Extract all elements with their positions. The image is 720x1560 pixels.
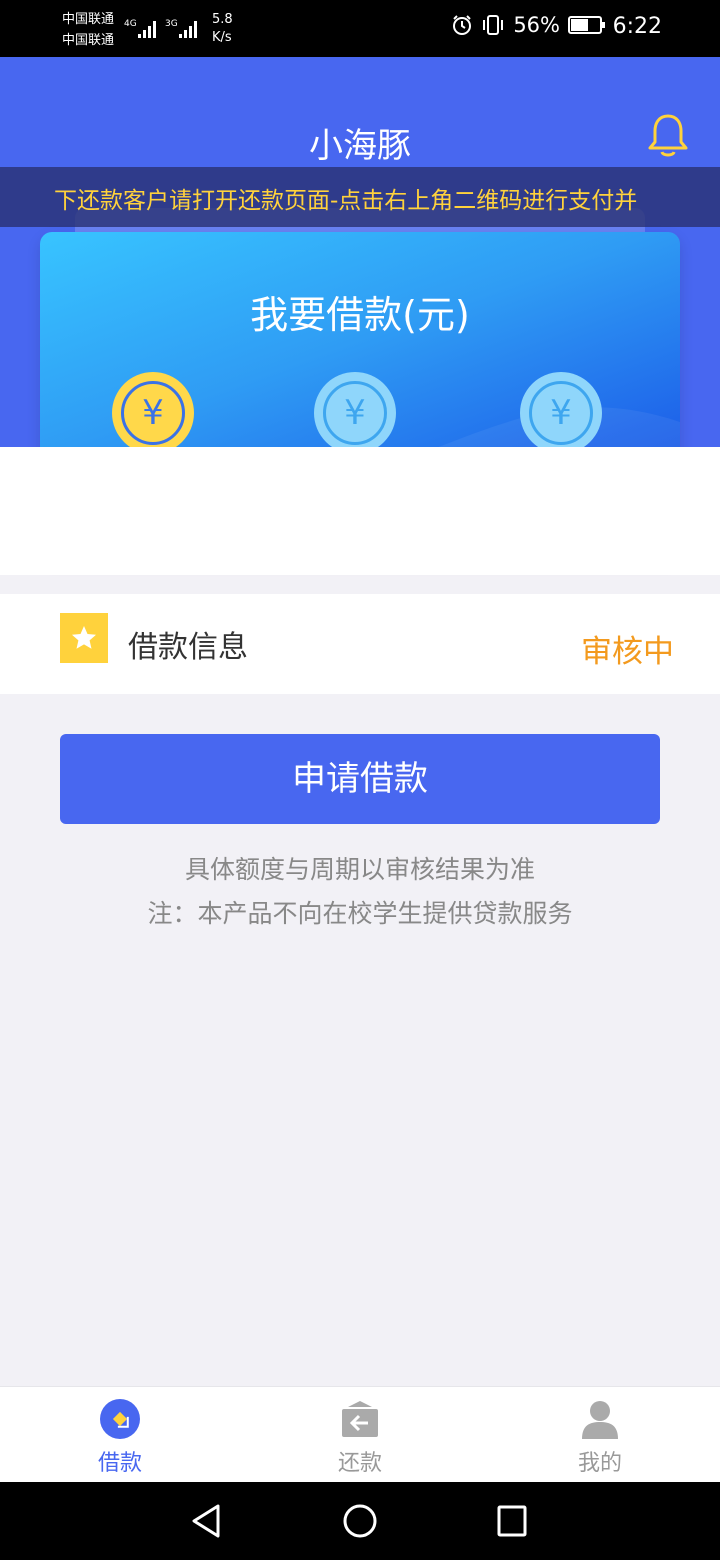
profile-icon — [582, 1401, 618, 1439]
coin-icon: ¥ — [520, 372, 602, 454]
app-title: 小海豚 — [309, 126, 411, 166]
loan-info-row[interactable]: 借款信息 审核中 — [0, 594, 720, 694]
coin-icon: ¥ — [314, 372, 396, 454]
marquee-text: 下还款客户请打开还款页面-点击右上角二维码进行支付并 — [54, 188, 638, 214]
status-bar: 中国联通 中国联通 4G 3G 5.8 K/s 56% 6:22 — [0, 0, 720, 57]
home-icon[interactable] — [342, 1502, 378, 1540]
clock: 6:22 — [612, 14, 662, 39]
carrier-2: 中国联通 — [62, 33, 115, 48]
status-icons: 56% — [451, 13, 605, 37]
tab-loan[interactable]: 借款 — [0, 1387, 240, 1483]
info-label: 借款信息 — [128, 630, 248, 665]
carrier-labels: 中国联通 中国联通 — [62, 9, 114, 51]
back-icon[interactable] — [190, 1502, 222, 1540]
carrier-1: 中国联通 — [62, 12, 115, 27]
signal-icon-2: 3G — [165, 19, 197, 38]
note-line-1: 具体额度与周期以审核结果为准 — [184, 855, 535, 884]
recents-icon[interactable] — [496, 1502, 528, 1540]
net-tag-2: 3G — [165, 19, 178, 29]
status-badge: 审核中 — [581, 634, 674, 670]
tab-label: 我的 — [577, 1451, 622, 1476]
repay-icon — [342, 1401, 378, 1437]
note-line-2: 注：本产品不向在校学生提供贷款服务 — [147, 899, 573, 928]
notice-marquee: 下还款客户请打开还款页面-点击右上角二维码进行支付并 — [0, 167, 720, 227]
vibrate-icon — [483, 15, 504, 35]
tab-label: 还款 — [337, 1451, 382, 1476]
tab-repay[interactable]: 还款 — [240, 1387, 480, 1483]
card-bottom-band — [0, 447, 720, 575]
tab-label: 借款 — [97, 1451, 142, 1476]
coin-icon: ¥ — [112, 372, 194, 454]
signal-icon: 4G — [124, 19, 156, 38]
card-title: 我要借款(元) — [250, 293, 470, 337]
loan-icon — [100, 1399, 140, 1439]
system-nav-bar — [0, 1482, 720, 1560]
star-icon — [60, 613, 108, 663]
bell-icon[interactable] — [646, 112, 690, 160]
battery-icon — [568, 16, 605, 34]
net-tag-1: 4G — [124, 19, 137, 29]
speed-value: 5.8 — [212, 12, 233, 27]
bottom-tab-bar: 借款 还款 我的 — [0, 1386, 720, 1482]
alarm-icon — [453, 15, 472, 35]
disclaimer-notes: 具体额度与周期以审核结果为准 注：本产品不向在校学生提供贷款服务 — [0, 848, 720, 936]
tab-profile[interactable]: 我的 — [480, 1387, 720, 1483]
network-speed: 5.8 K/s — [212, 11, 233, 47]
speed-unit: K/s — [212, 30, 232, 45]
apply-loan-button[interactable]: 申请借款 — [60, 734, 660, 824]
battery-percent: 56% — [513, 13, 560, 37]
